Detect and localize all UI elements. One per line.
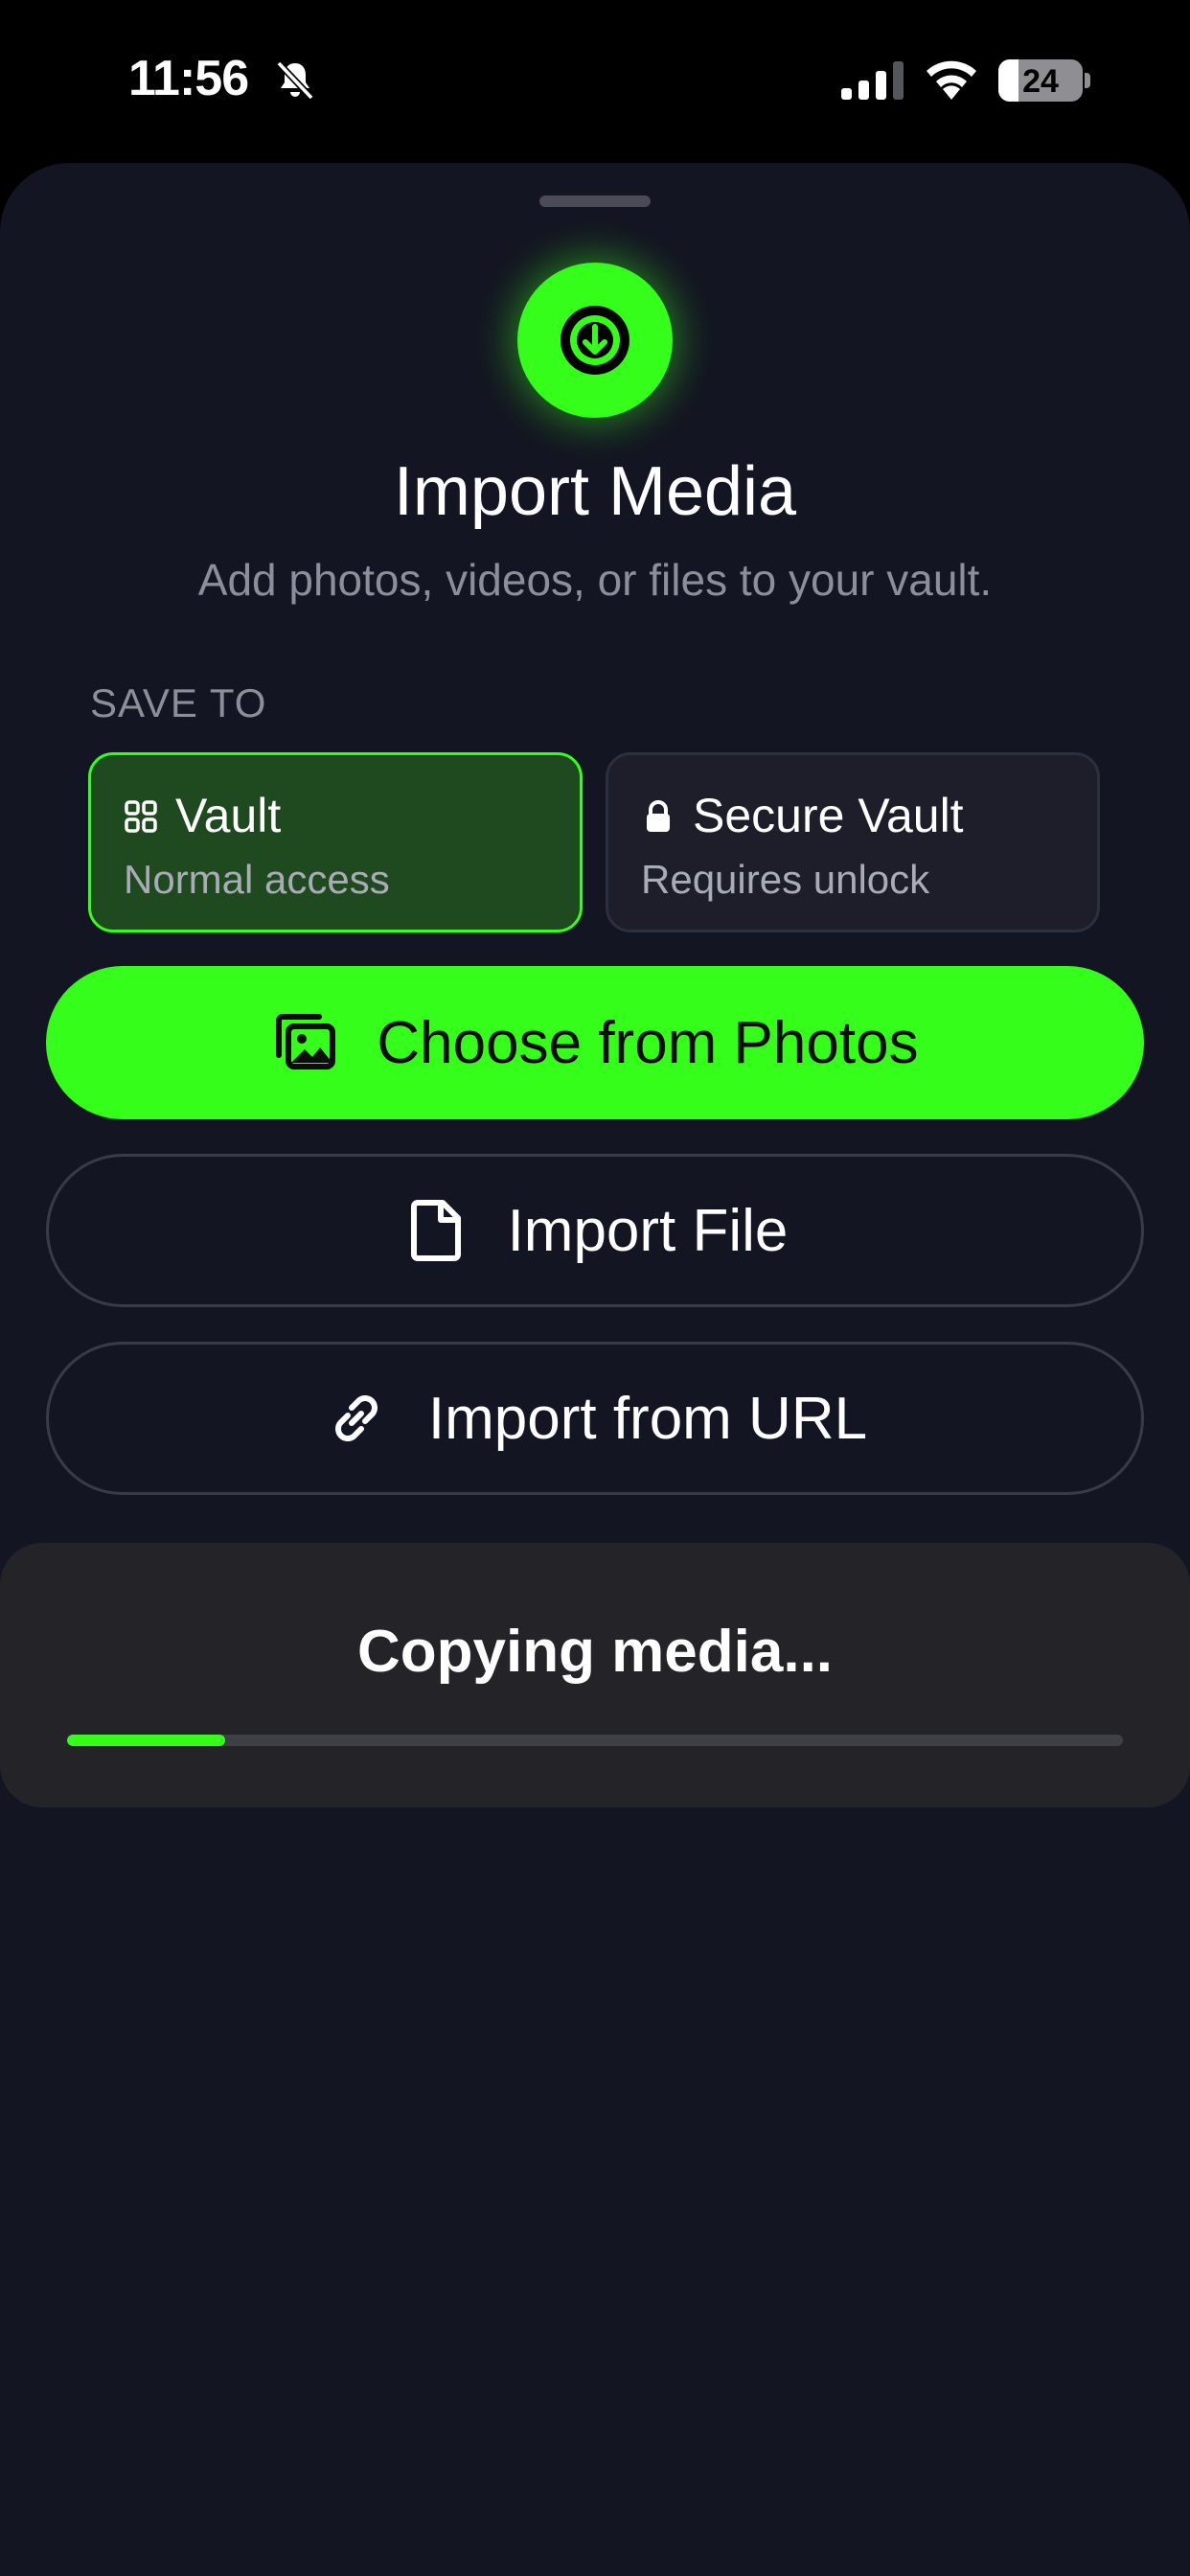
import-from-url-label: Import from URL <box>427 1385 868 1452</box>
destination-secure-vault-option[interactable]: Secure Vault Requires unlock <box>606 752 1100 932</box>
document-icon <box>410 1200 461 1261</box>
sheet-grabber[interactable] <box>539 196 651 207</box>
lock-icon <box>647 800 670 832</box>
vault-option-title: Vault <box>175 789 282 842</box>
choose-from-photos-label: Choose from Photos <box>377 1009 919 1076</box>
import-from-url-button[interactable]: Import from URL <box>46 1342 1144 1495</box>
wifi-icon <box>927 60 976 100</box>
vault-option-subtitle: Normal access <box>124 857 390 902</box>
battery-level: 24 <box>1022 63 1059 100</box>
page-subtitle: Add photos, videos, or files to your vau… <box>197 555 993 605</box>
destination-vault-option[interactable]: Vault Normal access <box>88 752 583 932</box>
copying-progress-panel: Copying media... <box>0 1543 1190 1807</box>
import-media-sheet: Import Media Add photos, videos, or file… <box>0 163 1190 2576</box>
progress-bar <box>67 1735 1123 1746</box>
secure-vault-option-subtitle: Requires unlock <box>641 857 930 902</box>
link-icon <box>334 1395 378 1441</box>
save-to-label: SAVE TO <box>90 680 267 725</box>
status-bar: 11:56 24 <box>0 0 1190 163</box>
cellular-signal-icon <box>841 61 904 100</box>
import-file-label: Import File <box>507 1197 789 1264</box>
download-arrow-circle-icon <box>517 263 673 418</box>
photo-stack-icon <box>276 1014 336 1070</box>
grid-icon <box>125 800 157 833</box>
battery-icon: 24 <box>998 59 1083 102</box>
progress-title: Copying media... <box>356 1619 834 1685</box>
page-title: Import Media <box>393 453 797 530</box>
secure-vault-option-title: Secure Vault <box>693 789 964 842</box>
bell-slash-icon <box>276 60 314 101</box>
battery-cap <box>1085 73 1090 88</box>
import-file-button[interactable]: Import File <box>46 1154 1144 1307</box>
status-time: 11:56 <box>128 51 249 106</box>
choose-from-photos-button[interactable]: Choose from Photos <box>46 966 1144 1119</box>
progress-bar-fill <box>67 1735 226 1746</box>
